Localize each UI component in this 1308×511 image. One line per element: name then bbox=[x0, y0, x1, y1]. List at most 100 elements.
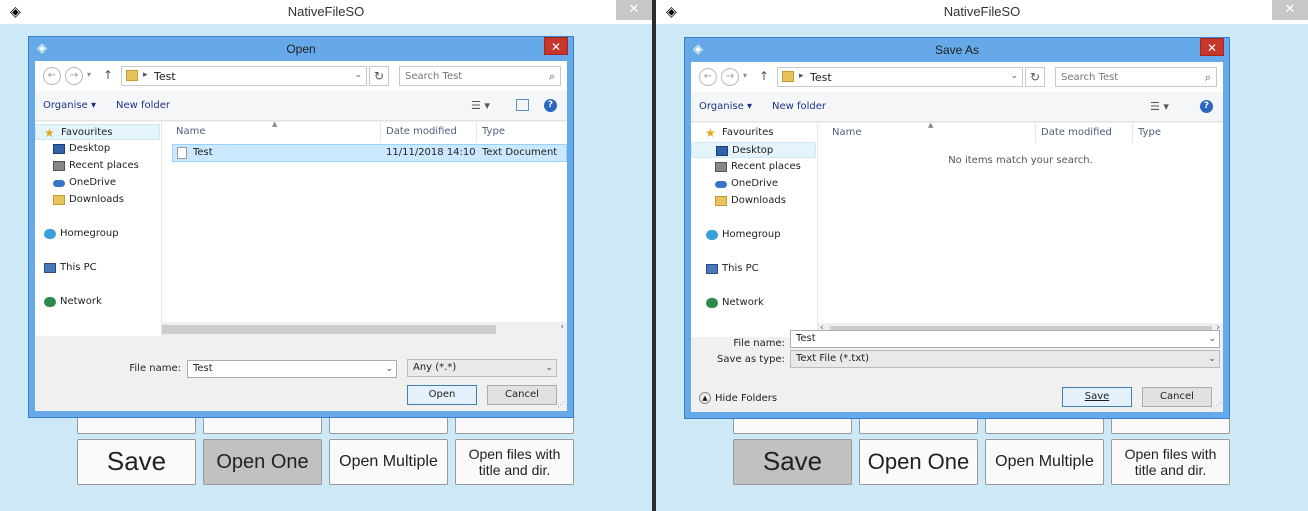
open-files-with-title-button[interactable]: Open files with title and dir. bbox=[455, 439, 574, 485]
nav-item-label: Homegroup bbox=[60, 228, 119, 239]
column-header-type[interactable]: Type bbox=[482, 126, 505, 137]
address-bar[interactable]: ▸ Test ⌄ bbox=[121, 66, 367, 86]
folder-icon bbox=[126, 70, 138, 81]
nav-item-label: Favourites bbox=[722, 127, 774, 138]
view-options-icon[interactable]: ☰ ▾ bbox=[1150, 100, 1169, 113]
nav-item-recent-places[interactable]: Recent places bbox=[691, 159, 816, 175]
open-one-button[interactable]: Open One bbox=[859, 439, 978, 485]
preview-pane-icon[interactable] bbox=[516, 99, 529, 111]
column-header-type[interactable]: Type bbox=[1138, 127, 1161, 138]
nav-item-downloads[interactable]: Downloads bbox=[691, 193, 816, 209]
column-divider[interactable] bbox=[1132, 123, 1133, 143]
breadcrumb-item[interactable]: Test bbox=[154, 70, 176, 83]
search-input[interactable] bbox=[400, 67, 535, 85]
save-as-dialog: ◈ Save As ✕ ← → ▾ ↑ ▸ Test ⌄ ↻ ⌕ Organis… bbox=[684, 37, 1230, 419]
breadcrumb-chevron-icon[interactable]: ▸ bbox=[143, 70, 148, 80]
search-icon[interactable]: ⌕ bbox=[1205, 71, 1211, 85]
scrollbar-thumb[interactable] bbox=[162, 325, 496, 334]
save-button[interactable]: Save bbox=[733, 439, 852, 485]
desktop-icon bbox=[53, 144, 65, 154]
open-multiple-button[interactable]: Open Multiple bbox=[985, 439, 1104, 485]
nav-item-desktop[interactable]: Desktop bbox=[691, 142, 816, 158]
nav-item-this-pc[interactable]: This PC bbox=[691, 261, 816, 277]
chevron-down-icon[interactable]: ⌄ bbox=[385, 361, 393, 377]
up-arrow-icon[interactable]: ↑ bbox=[103, 68, 113, 82]
file-row[interactable]: Test 11/11/2018 14:10 Text Document bbox=[172, 144, 567, 162]
nav-item-network[interactable]: Network bbox=[691, 295, 816, 311]
forward-arrow-icon[interactable]: → bbox=[721, 68, 739, 86]
scroll-right-icon[interactable]: › bbox=[560, 322, 564, 332]
nav-item-recent-places[interactable]: Recent places bbox=[35, 158, 160, 174]
nav-item-onedrive[interactable]: OneDrive bbox=[35, 175, 160, 191]
horizontal-scrollbar[interactable]: ‹ › bbox=[162, 322, 567, 336]
onedrive-icon bbox=[715, 181, 727, 188]
recent-locations-chevron-icon[interactable]: ▾ bbox=[743, 71, 747, 80]
app-titlebar: ◈ NativeFileSO ✕ bbox=[656, 0, 1308, 24]
forward-arrow-icon[interactable]: → bbox=[65, 67, 83, 85]
dialog-close-button[interactable]: ✕ bbox=[1200, 38, 1224, 56]
recent-locations-chevron-icon[interactable]: ▾ bbox=[87, 70, 91, 79]
save-as-type-dropdown[interactable]: Text File (*.txt) ⌄ bbox=[790, 350, 1220, 368]
nav-item-onedrive[interactable]: OneDrive bbox=[691, 176, 816, 192]
nav-item-this-pc[interactable]: This PC bbox=[35, 260, 160, 276]
address-dropdown-icon[interactable]: ⌄ bbox=[354, 70, 362, 80]
back-arrow-icon[interactable]: ← bbox=[699, 68, 717, 86]
resize-grip-icon[interactable]: ⋰ bbox=[557, 400, 565, 409]
file-name-combobox[interactable]: Test ⌄ bbox=[187, 360, 397, 378]
chevron-down-icon[interactable]: ⌄ bbox=[1208, 331, 1216, 347]
chevron-down-icon[interactable]: ⌄ bbox=[1208, 351, 1216, 367]
save-dialog-button[interactable]: Save bbox=[1062, 387, 1132, 407]
nav-item-downloads[interactable]: Downloads bbox=[35, 192, 160, 208]
column-header-date-modified[interactable]: Date modified bbox=[386, 126, 457, 137]
new-folder-button[interactable]: New folder bbox=[116, 100, 170, 111]
save-button[interactable]: Save bbox=[77, 439, 196, 485]
column-divider[interactable] bbox=[476, 122, 477, 142]
up-arrow-icon[interactable]: ↑ bbox=[759, 69, 769, 83]
file-type-filter-dropdown[interactable]: Any (*.*) ⌄ bbox=[407, 359, 557, 377]
cancel-button[interactable]: Cancel bbox=[487, 385, 557, 405]
hide-folders-toggle[interactable]: ▲ Hide Folders bbox=[699, 392, 777, 404]
column-header-name[interactable]: Name bbox=[832, 127, 862, 138]
breadcrumb-item[interactable]: Test bbox=[810, 71, 832, 84]
main-button-row: Save Open One Open Multiple Open files w… bbox=[733, 439, 1230, 485]
help-icon[interactable]: ? bbox=[544, 99, 557, 112]
address-dropdown-icon[interactable]: ⌄ bbox=[1010, 71, 1018, 81]
open-multiple-button[interactable]: Open Multiple bbox=[329, 439, 448, 485]
dialog-close-button[interactable]: ✕ bbox=[544, 37, 568, 55]
organise-menu-button[interactable]: Organise ▾ bbox=[43, 100, 96, 111]
downloads-icon bbox=[53, 195, 65, 205]
nav-item-homegroup[interactable]: Homegroup bbox=[35, 226, 160, 242]
network-icon bbox=[44, 297, 56, 307]
help-icon[interactable]: ? bbox=[1200, 100, 1213, 113]
open-button[interactable]: Open bbox=[407, 385, 477, 405]
open-one-button[interactable]: Open One bbox=[203, 439, 322, 485]
column-header-name[interactable]: Name bbox=[176, 126, 206, 137]
nav-item-network[interactable]: Network bbox=[35, 294, 160, 310]
nav-item-favourites[interactable]: ★ Favourites bbox=[35, 124, 160, 140]
new-folder-button[interactable]: New folder bbox=[772, 101, 826, 112]
recent-places-icon bbox=[715, 162, 727, 172]
nav-item-homegroup[interactable]: Homegroup bbox=[691, 227, 816, 243]
search-icon[interactable]: ⌕ bbox=[549, 70, 555, 84]
view-options-icon[interactable]: ☰ ▾ bbox=[471, 99, 490, 112]
search-input[interactable] bbox=[1056, 68, 1191, 86]
nav-item-favourites[interactable]: ★ Favourites bbox=[691, 125, 816, 141]
app-close-button[interactable]: ✕ bbox=[1272, 0, 1308, 20]
chevron-down-icon[interactable]: ⌄ bbox=[545, 360, 553, 376]
column-divider[interactable] bbox=[1035, 123, 1036, 143]
open-files-with-title-button[interactable]: Open files with title and dir. bbox=[1111, 439, 1230, 485]
nav-item-desktop[interactable]: Desktop bbox=[35, 141, 160, 157]
refresh-icon[interactable]: ↻ bbox=[369, 66, 389, 86]
file-name-combobox[interactable]: Test ⌄ bbox=[790, 330, 1220, 348]
cancel-button[interactable]: Cancel bbox=[1142, 387, 1212, 407]
address-bar[interactable]: ▸ Test ⌄ bbox=[777, 67, 1023, 87]
column-divider[interactable] bbox=[380, 122, 381, 142]
refresh-icon[interactable]: ↻ bbox=[1025, 67, 1045, 87]
breadcrumb-chevron-icon[interactable]: ▸ bbox=[799, 71, 804, 81]
column-header-date-modified[interactable]: Date modified bbox=[1041, 127, 1112, 138]
organise-menu-button[interactable]: Organise ▾ bbox=[699, 101, 752, 112]
nav-item-label: Network bbox=[722, 297, 764, 308]
app-close-button[interactable]: ✕ bbox=[616, 0, 652, 20]
back-arrow-icon[interactable]: ← bbox=[43, 67, 61, 85]
resize-grip-icon[interactable]: ⋰ bbox=[1213, 401, 1221, 410]
